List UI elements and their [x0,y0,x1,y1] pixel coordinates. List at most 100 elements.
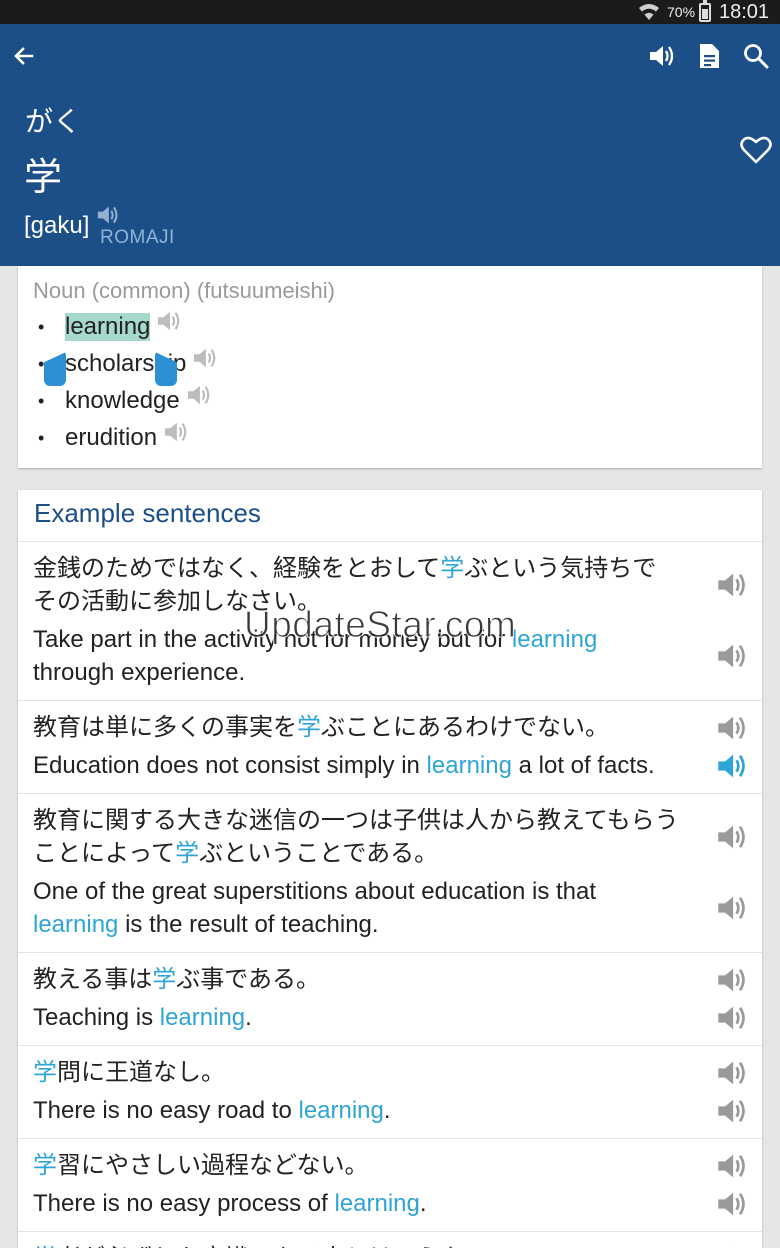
back-button[interactable] [6,38,42,74]
bullet: • [38,316,45,337]
sentence-text: 者が必ずしも良識のある人とはいえない。 [57,1244,513,1248]
sentence-text: a lot of facts. [511,752,655,779]
romaji-value: [gaku] [24,212,90,239]
highlighted-term: 学 [440,554,465,582]
japanese-speaker-icon[interactable] [716,965,748,995]
example-japanese: 学習にやさしい過程などない。 [33,1149,693,1182]
highlighted-term: learning [298,1097,384,1124]
bullet: • [38,427,45,448]
sentence-text: ぶという気持ちで [464,554,657,582]
heart-outline-icon [740,136,772,164]
meaning-speaker-icon[interactable] [186,383,212,407]
meaning-item: • knowledge [38,383,212,419]
examples-title: Example sentences [34,498,261,528]
highlighted-term: 学 [152,965,177,993]
speak-button[interactable] [644,38,680,74]
sentence-text: There is no easy road to [33,1097,299,1124]
sentence-text: ことによって [33,839,176,867]
sentence-line: 学習にやさしい過程などない。 [33,1149,693,1182]
meaning-item: • erudition [38,420,189,456]
meaning-speaker-icon[interactable] [192,346,218,370]
document-icon [700,44,719,68]
japanese-speaker-icon[interactable] [716,570,748,600]
english-speaker-icon[interactable] [716,893,748,923]
sentence-text: Teaching is [33,1004,160,1031]
sentence-line: One of the great superstitions about edu… [33,875,693,908]
sentence-line: 学問に王道なし。 [33,1056,693,1089]
sentence-line: 教える事は学ぶ事である。 [33,963,693,996]
sentence-line: Education does not consist simply in lea… [33,749,693,782]
entry-kanji: 学 [24,155,63,199]
highlighted-term: learning [159,1004,246,1031]
japanese-speaker-icon[interactable] [716,1244,748,1248]
speaker-icon [650,46,674,66]
english-speaker-icon[interactable] [716,1003,748,1033]
highlighted-term: 学 [33,1151,57,1179]
sentence-text: through experience. [33,659,246,686]
sentence-text: 金銭のためではなく、経験をとおして [33,554,441,582]
japanese-speaker-icon[interactable] [716,713,748,743]
arrow-left-icon [14,47,34,65]
sentence-text: 教育は単に多くの事実を [33,713,297,741]
meaning-item: • learning [38,309,182,345]
sentence-text: There is no easy process of [33,1190,335,1217]
meaning-text: erudition [65,424,158,451]
sentence-text: . [383,1097,391,1124]
sentence-text: 教育に関する大きな迷信の一つは子供は人から教えてもらう [33,806,679,834]
sentence-line: 教育に関する大きな迷信の一つは子供は人から教えてもらう [33,804,693,837]
sentence-text: ぶことにあるわけでない。 [321,713,609,741]
example-japanese: 教える事は学ぶ事である。 [33,963,693,996]
english-speaker-icon[interactable] [716,1096,748,1126]
english-speaker-icon[interactable] [716,1189,748,1219]
meaning-speaker-icon[interactable] [163,420,189,444]
sentence-text: ぶ事である。 [176,965,321,993]
japanese-speaker-icon[interactable] [716,1151,748,1181]
highlighted-term: 学 [33,1244,57,1248]
sentence-line: 金銭のためではなく、経験をとおして学ぶという気持ちで [33,552,693,585]
sentence-text: 教える事は [33,965,153,993]
sentence-line: through experience. [33,656,693,689]
english-speaker-icon[interactable] [716,751,748,781]
example-japanese: 教育に関する大きな迷信の一つは子供は人から教えてもらう ことによって学ぶということ… [33,804,693,870]
document-button[interactable] [691,38,727,74]
meanings-card: Noun (common) (futsuumeishi) • learning • s… [18,266,762,468]
sentence-text: Education does not consist simply in [33,752,427,779]
highlighted-term: 学 [297,713,321,741]
sentence-text: ぶということである。 [199,839,439,867]
japanese-speaker-icon[interactable] [716,822,748,852]
entry-header: がく 学 [gaku] ROMAJI [0,24,780,266]
entry-kana: がく [25,105,82,138]
watermark: UpdateStar.com [243,604,517,646]
search-button[interactable] [738,38,774,74]
example-english: Education does not consist simply in lea… [33,749,693,782]
example-english: There is no easy road to learning. [33,1094,693,1127]
sentence-line: There is no easy road to learning. [33,1094,693,1127]
meaning-speaker-icon[interactable] [156,309,182,333]
sentence-line: 教育は単に多くの事実を学ぶことにあるわけでない。 [33,711,693,744]
sentence-line: ことによって学ぶということである。 [33,837,693,870]
example-row: 教育に関する大きな迷信の一つは子供は人から教えてもらう ことによって学ぶということ… [18,793,762,952]
meaning-text: knowledge [65,387,180,414]
example-english: There is no easy process of learning. [33,1187,693,1220]
english-speaker-icon[interactable] [716,641,748,671]
search-icon [744,44,769,69]
sentence-text: 問に王道なし。 [57,1058,225,1086]
sentence-line: learning is the result of teaching. [33,908,693,941]
bullet: • [38,390,45,411]
highlighted-term: learning [33,911,119,938]
example-row: 教える事は学ぶ事である。 Teaching is learning. [18,952,762,1045]
favorite-button[interactable] [738,132,774,168]
example-japanese: 学者が必ずしも良識のある人とはいえない。 [33,1242,693,1248]
highlighted-term: 学 [33,1058,57,1086]
highlighted-term: 学 [175,839,200,867]
example-english: One of the great superstitions about edu… [33,875,693,941]
highlighted-term: learning [511,626,598,653]
sentence-text: . [419,1190,427,1217]
japanese-speaker-icon[interactable] [716,1058,748,1088]
status-bar: 70% 18:01 [0,0,780,24]
wifi-icon [639,4,659,20]
meaning-text: learning [65,313,151,341]
sentence-text: is the result of teaching. [118,911,379,938]
romaji-speaker-icon[interactable] [96,204,120,226]
sentence-text: . [245,1004,252,1031]
